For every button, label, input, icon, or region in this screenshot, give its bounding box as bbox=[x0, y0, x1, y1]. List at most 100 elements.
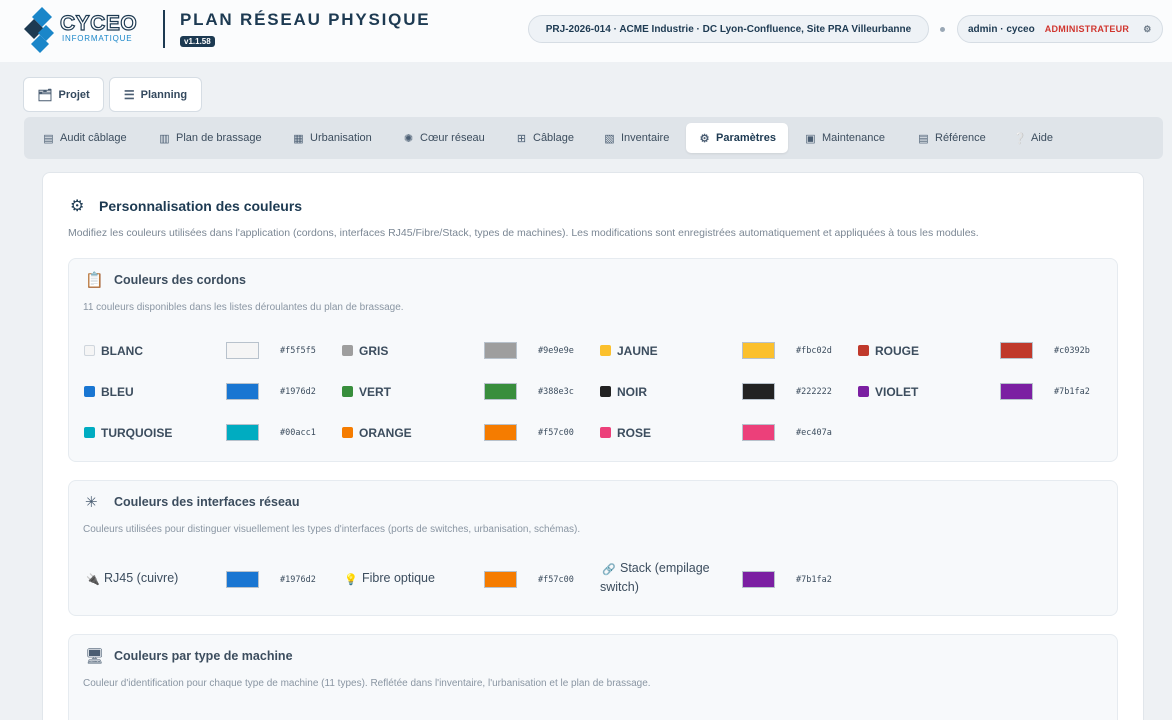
interface-name: RJ45 (cuivre) bbox=[104, 571, 179, 585]
patch-plan-icon: ▥ bbox=[159, 132, 170, 145]
cordon-dot-rouge bbox=[858, 345, 869, 356]
tab-urbanisation[interactable]: ▦ Urbanisation bbox=[280, 123, 384, 153]
color-picker-stack[interactable] bbox=[742, 571, 775, 588]
page-description: Modifiez les couleurs utilisées dans l'a… bbox=[68, 227, 979, 239]
cordons-description: 11 couleurs disponibles dans les listes … bbox=[83, 302, 404, 313]
tab-coeur-reseau[interactable]: ✺ Cœur réseau bbox=[390, 123, 497, 153]
tab-maintenance[interactable]: ▣ Maintenance bbox=[792, 123, 897, 153]
color-picker-vert[interactable] bbox=[484, 383, 517, 400]
cordon-dot-jaune bbox=[600, 345, 611, 356]
tab-reference[interactable]: ▤ Référence bbox=[905, 123, 998, 153]
machines-panel bbox=[68, 634, 1118, 720]
hex-value: #c0392b bbox=[1054, 346, 1090, 356]
hex-value: #1976d2 bbox=[280, 387, 316, 397]
tab-inventaire[interactable]: ▧ Inventaire bbox=[591, 123, 681, 153]
cordon-name: ROSE bbox=[617, 426, 652, 440]
tab-label: Inventaire bbox=[621, 132, 670, 144]
color-picker-rose[interactable] bbox=[742, 424, 775, 441]
tab-label: Plan de brassage bbox=[176, 132, 262, 144]
cordon-name: TURQUOISE bbox=[101, 426, 173, 440]
cordon-dot-rose bbox=[600, 427, 611, 438]
color-picker-gris[interactable] bbox=[484, 342, 517, 359]
cordon-name: BLEU bbox=[101, 385, 134, 399]
gear-icon: ⚙ bbox=[70, 198, 85, 215]
hex-value: #222222 bbox=[796, 387, 832, 397]
tab-label: Paramètres bbox=[716, 132, 776, 144]
tab-label: Maintenance bbox=[822, 132, 885, 144]
hex-value: #9e9e9e bbox=[538, 346, 574, 356]
color-picker-noir[interactable] bbox=[742, 383, 775, 400]
tab-label: Aide bbox=[1031, 132, 1054, 144]
hex-value: #00acc1 bbox=[280, 428, 316, 438]
network-core-icon: ✺ bbox=[403, 132, 414, 145]
machines-title: Couleurs par type de machine bbox=[114, 649, 293, 663]
help-icon: ❔ bbox=[1013, 132, 1027, 145]
interface-name: Fibre optique bbox=[362, 571, 435, 585]
cordon-name: JAUNE bbox=[617, 344, 658, 358]
settings-gear-icon[interactable]: ⚙ bbox=[1143, 24, 1151, 35]
color-picker-jaune[interactable] bbox=[742, 342, 775, 359]
cordon-name: GRIS bbox=[359, 344, 389, 358]
planning-button[interactable]: ☰ Planning bbox=[109, 77, 202, 112]
color-picker-rj45[interactable] bbox=[226, 571, 259, 588]
cordon-name: ROUGE bbox=[875, 344, 920, 358]
interfaces-title: Couleurs des interfaces réseau bbox=[114, 495, 300, 509]
cordons-title: Couleurs des cordons bbox=[114, 273, 246, 287]
projet-button[interactable]: 🗂 Projet bbox=[23, 77, 104, 112]
interfaces-description: Couleurs utilisées pour distinguer visue… bbox=[83, 524, 581, 535]
network-hub-icon: ✳ bbox=[85, 494, 98, 511]
cordon-dot-bleu bbox=[84, 386, 95, 397]
bulb-icon: 💡 bbox=[344, 574, 358, 586]
separator-dot bbox=[940, 27, 945, 32]
color-picker-turquoise[interactable] bbox=[226, 424, 259, 441]
color-picker-violet[interactable] bbox=[1000, 383, 1033, 400]
hex-value: #7b1fa2 bbox=[796, 575, 832, 585]
project-selector[interactable]: PRJ-2026-014 · ACME Industrie · DC Lyon-… bbox=[528, 15, 929, 43]
color-picker-rouge[interactable] bbox=[1000, 342, 1033, 359]
cordon-name: ORANGE bbox=[359, 426, 412, 440]
cable-list-icon: 📋 bbox=[85, 272, 104, 289]
tab-cablage[interactable]: ⊞ Câblage bbox=[503, 123, 586, 153]
planning-button-label: Planning bbox=[140, 88, 188, 101]
hex-value: #f5f5f5 bbox=[280, 346, 316, 356]
folder-icon: 🗂 bbox=[37, 87, 53, 102]
hex-value: #1976d2 bbox=[280, 575, 316, 585]
module-nav: ▤ Audit câblage ▥ Plan de brassage ▦ Urb… bbox=[24, 117, 1163, 159]
hex-value: #f57c00 bbox=[538, 428, 574, 438]
color-picker-blanc[interactable] bbox=[226, 342, 259, 359]
color-picker-bleu[interactable] bbox=[226, 383, 259, 400]
tab-label: Câblage bbox=[533, 132, 574, 144]
tab-audit-cablage[interactable]: ▤ Audit câblage bbox=[30, 123, 139, 153]
hex-value: #f57c00 bbox=[538, 575, 574, 585]
maintenance-icon: ▣ bbox=[805, 132, 816, 145]
hex-value: #388e3c bbox=[538, 387, 574, 397]
cordon-dot-violet bbox=[858, 386, 869, 397]
cordon-dot-turquoise bbox=[84, 427, 95, 438]
user-name: admin · cyceo bbox=[968, 23, 1035, 35]
cordon-dot-orange bbox=[342, 427, 353, 438]
user-menu[interactable]: admin · cyceo ADMINISTRATEUR ⚙ bbox=[957, 15, 1163, 43]
tab-aide[interactable]: ❔ Aide bbox=[1001, 123, 1065, 153]
cable-icon: ⊞ bbox=[516, 132, 527, 145]
svg-text:INFORMATIQUE: INFORMATIQUE bbox=[62, 34, 132, 43]
cordon-name: VIOLET bbox=[875, 385, 919, 399]
tab-label: Urbanisation bbox=[310, 132, 372, 144]
cordon-dot-gris bbox=[342, 345, 353, 356]
machines-description: Couleur d'identification pour chaque typ… bbox=[83, 678, 651, 689]
cordon-name: BLANC bbox=[101, 344, 143, 358]
tab-parametres[interactable]: ⚙ Paramètres bbox=[686, 123, 788, 153]
tab-plan-de-brassage[interactable]: ▥ Plan de brassage bbox=[146, 123, 274, 153]
app-title: PLAN RÉSEAU PHYSIQUE bbox=[180, 10, 431, 29]
color-picker-fibre[interactable] bbox=[484, 571, 517, 588]
hex-value: #fbc02d bbox=[796, 346, 832, 356]
hex-value: #7b1fa2 bbox=[1054, 387, 1090, 397]
color-picker-orange[interactable] bbox=[484, 424, 517, 441]
inventory-icon: ▧ bbox=[604, 132, 615, 145]
version-badge: v1.1.58 bbox=[180, 36, 215, 47]
page-title: Personnalisation des couleurs bbox=[99, 198, 303, 214]
logo-separator bbox=[163, 10, 165, 48]
cordon-name: VERT bbox=[359, 385, 392, 399]
tab-label: Référence bbox=[935, 132, 986, 144]
machine-list-icon: 🖥 bbox=[85, 648, 105, 665]
cordon-dot-blanc bbox=[84, 345, 95, 356]
